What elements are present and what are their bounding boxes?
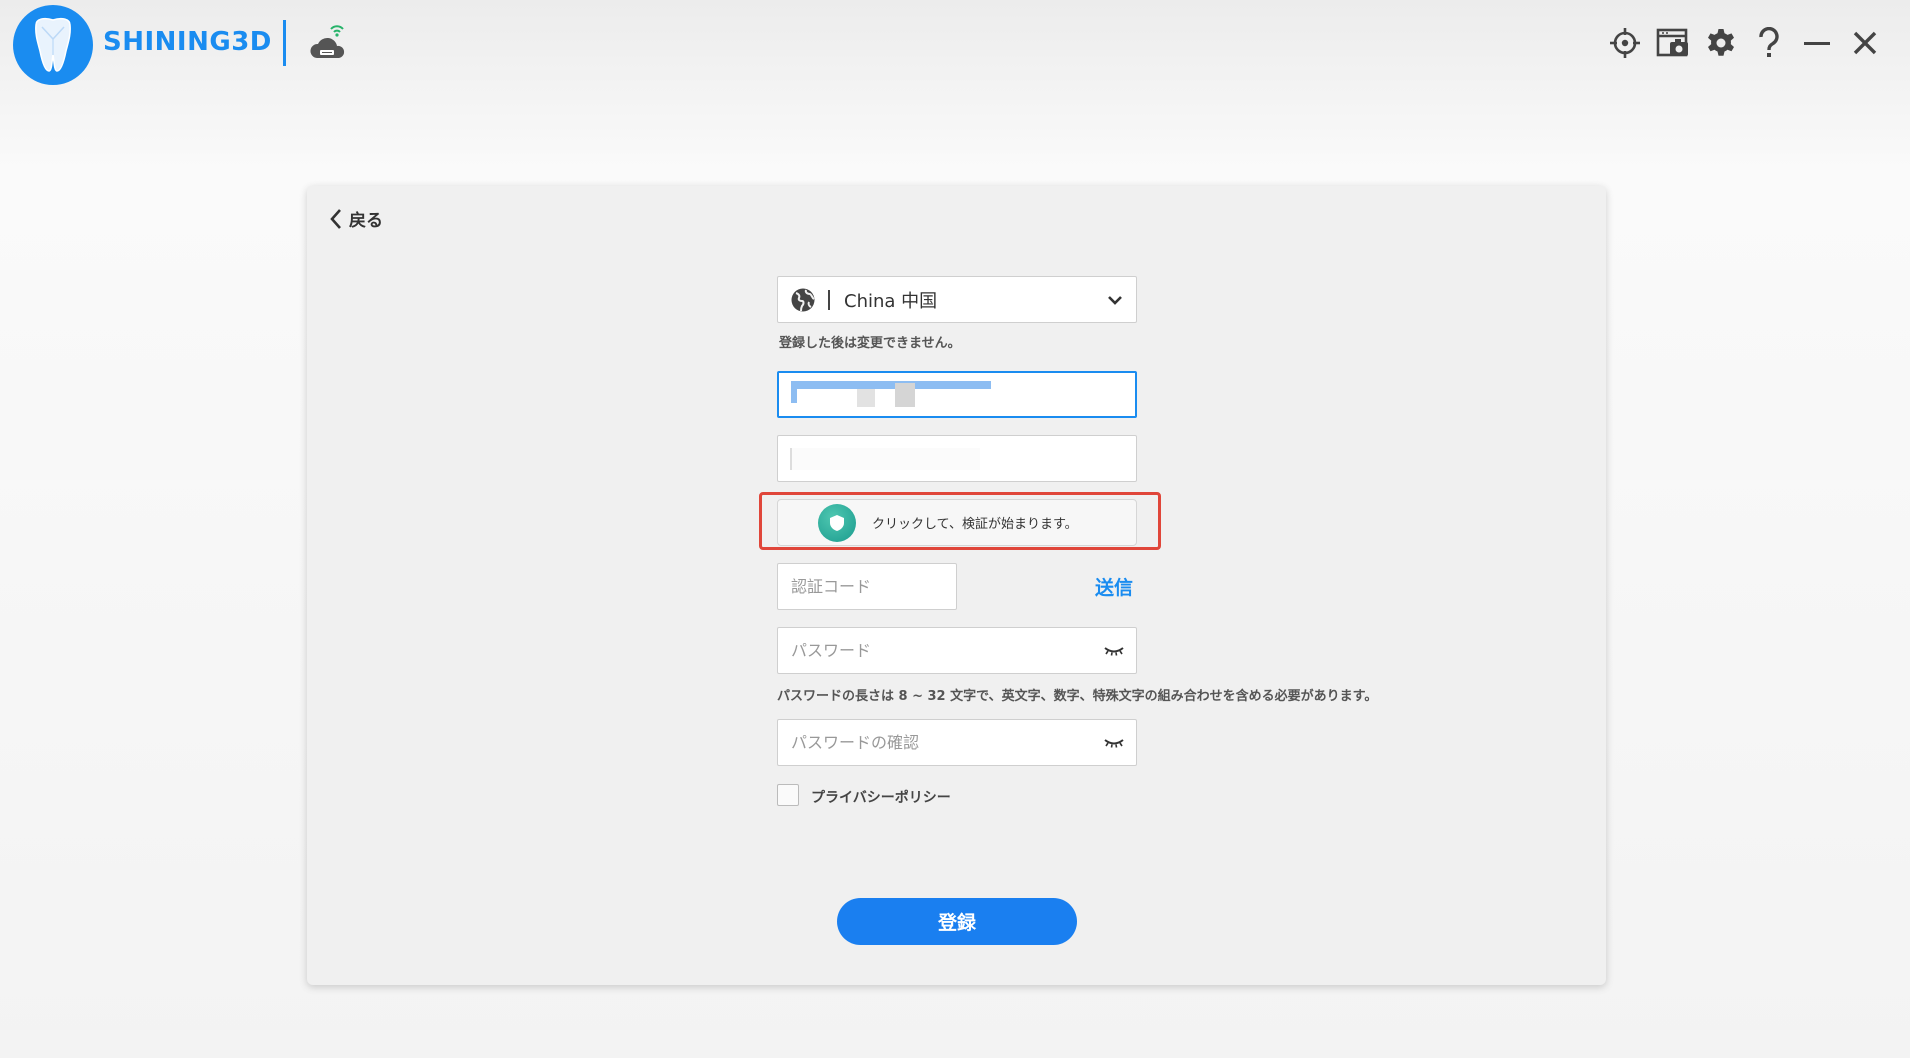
masked-value <box>791 389 797 403</box>
country-select[interactable]: China 中国 <box>777 276 1137 323</box>
verification-code-input[interactable] <box>778 564 956 609</box>
close-icon[interactable] <box>1848 24 1882 62</box>
privacy-policy-label[interactable]: プライバシーポリシー <box>811 787 951 807</box>
register-button[interactable]: 登録 <box>837 898 1077 945</box>
captcha-verify-button[interactable]: クリックして、検証が始まります。 <box>777 499 1137 546</box>
gear-icon[interactable] <box>1704 24 1738 62</box>
title-bar: SHINING3D <box>0 0 1910 90</box>
screenshot-icon[interactable] <box>1656 24 1690 62</box>
masked-value <box>791 381 991 389</box>
captcha-label: クリックして、検証が始まります。 <box>872 517 1078 532</box>
confirm-password-field[interactable] <box>777 719 1137 766</box>
window-controls <box>1608 24 1882 62</box>
confirm-password-input[interactable] <box>778 720 1136 765</box>
account-input[interactable] <box>777 371 1137 418</box>
send-code-button[interactable]: 送信 <box>1095 573 1133 600</box>
back-button[interactable]: 戻る <box>329 206 383 231</box>
masked-value <box>895 383 915 407</box>
target-icon[interactable] <box>1608 24 1642 62</box>
brand-name: SHINING3D <box>103 27 272 57</box>
back-label: 戻る <box>349 211 383 231</box>
masked-value <box>790 448 980 470</box>
help-icon[interactable] <box>1752 24 1786 62</box>
verification-code-field[interactable] <box>777 563 957 610</box>
shield-icon <box>818 503 856 542</box>
password-hint: パスワードの長さは 8 ~ 32 文字で、英文字、数字、特殊文字の組み合わせを含… <box>777 689 1378 704</box>
chevron-down-icon <box>1108 296 1122 305</box>
masked-value <box>857 389 875 407</box>
country-separator <box>828 289 830 310</box>
password-input[interactable] <box>778 628 1136 673</box>
globe-icon <box>791 288 815 311</box>
tooth-logo-icon <box>13 5 93 85</box>
registration-card: 戻る China 中国 登録した後は変更できません。 クリックして、検証が始まり… <box>307 186 1606 985</box>
cloud-wifi-icon[interactable] <box>308 24 352 64</box>
eye-closed-icon[interactable] <box>1104 646 1124 656</box>
country-value: China 中国 <box>844 290 938 312</box>
brand-divider <box>283 20 286 66</box>
minimize-icon[interactable] <box>1800 24 1834 62</box>
chevron-left-icon <box>330 208 341 229</box>
password-field[interactable] <box>777 627 1137 674</box>
country-hint: 登録した後は変更できません。 <box>779 336 961 351</box>
eye-closed-icon[interactable] <box>1104 738 1124 748</box>
name-input[interactable] <box>777 435 1137 482</box>
privacy-checkbox[interactable] <box>777 784 799 806</box>
